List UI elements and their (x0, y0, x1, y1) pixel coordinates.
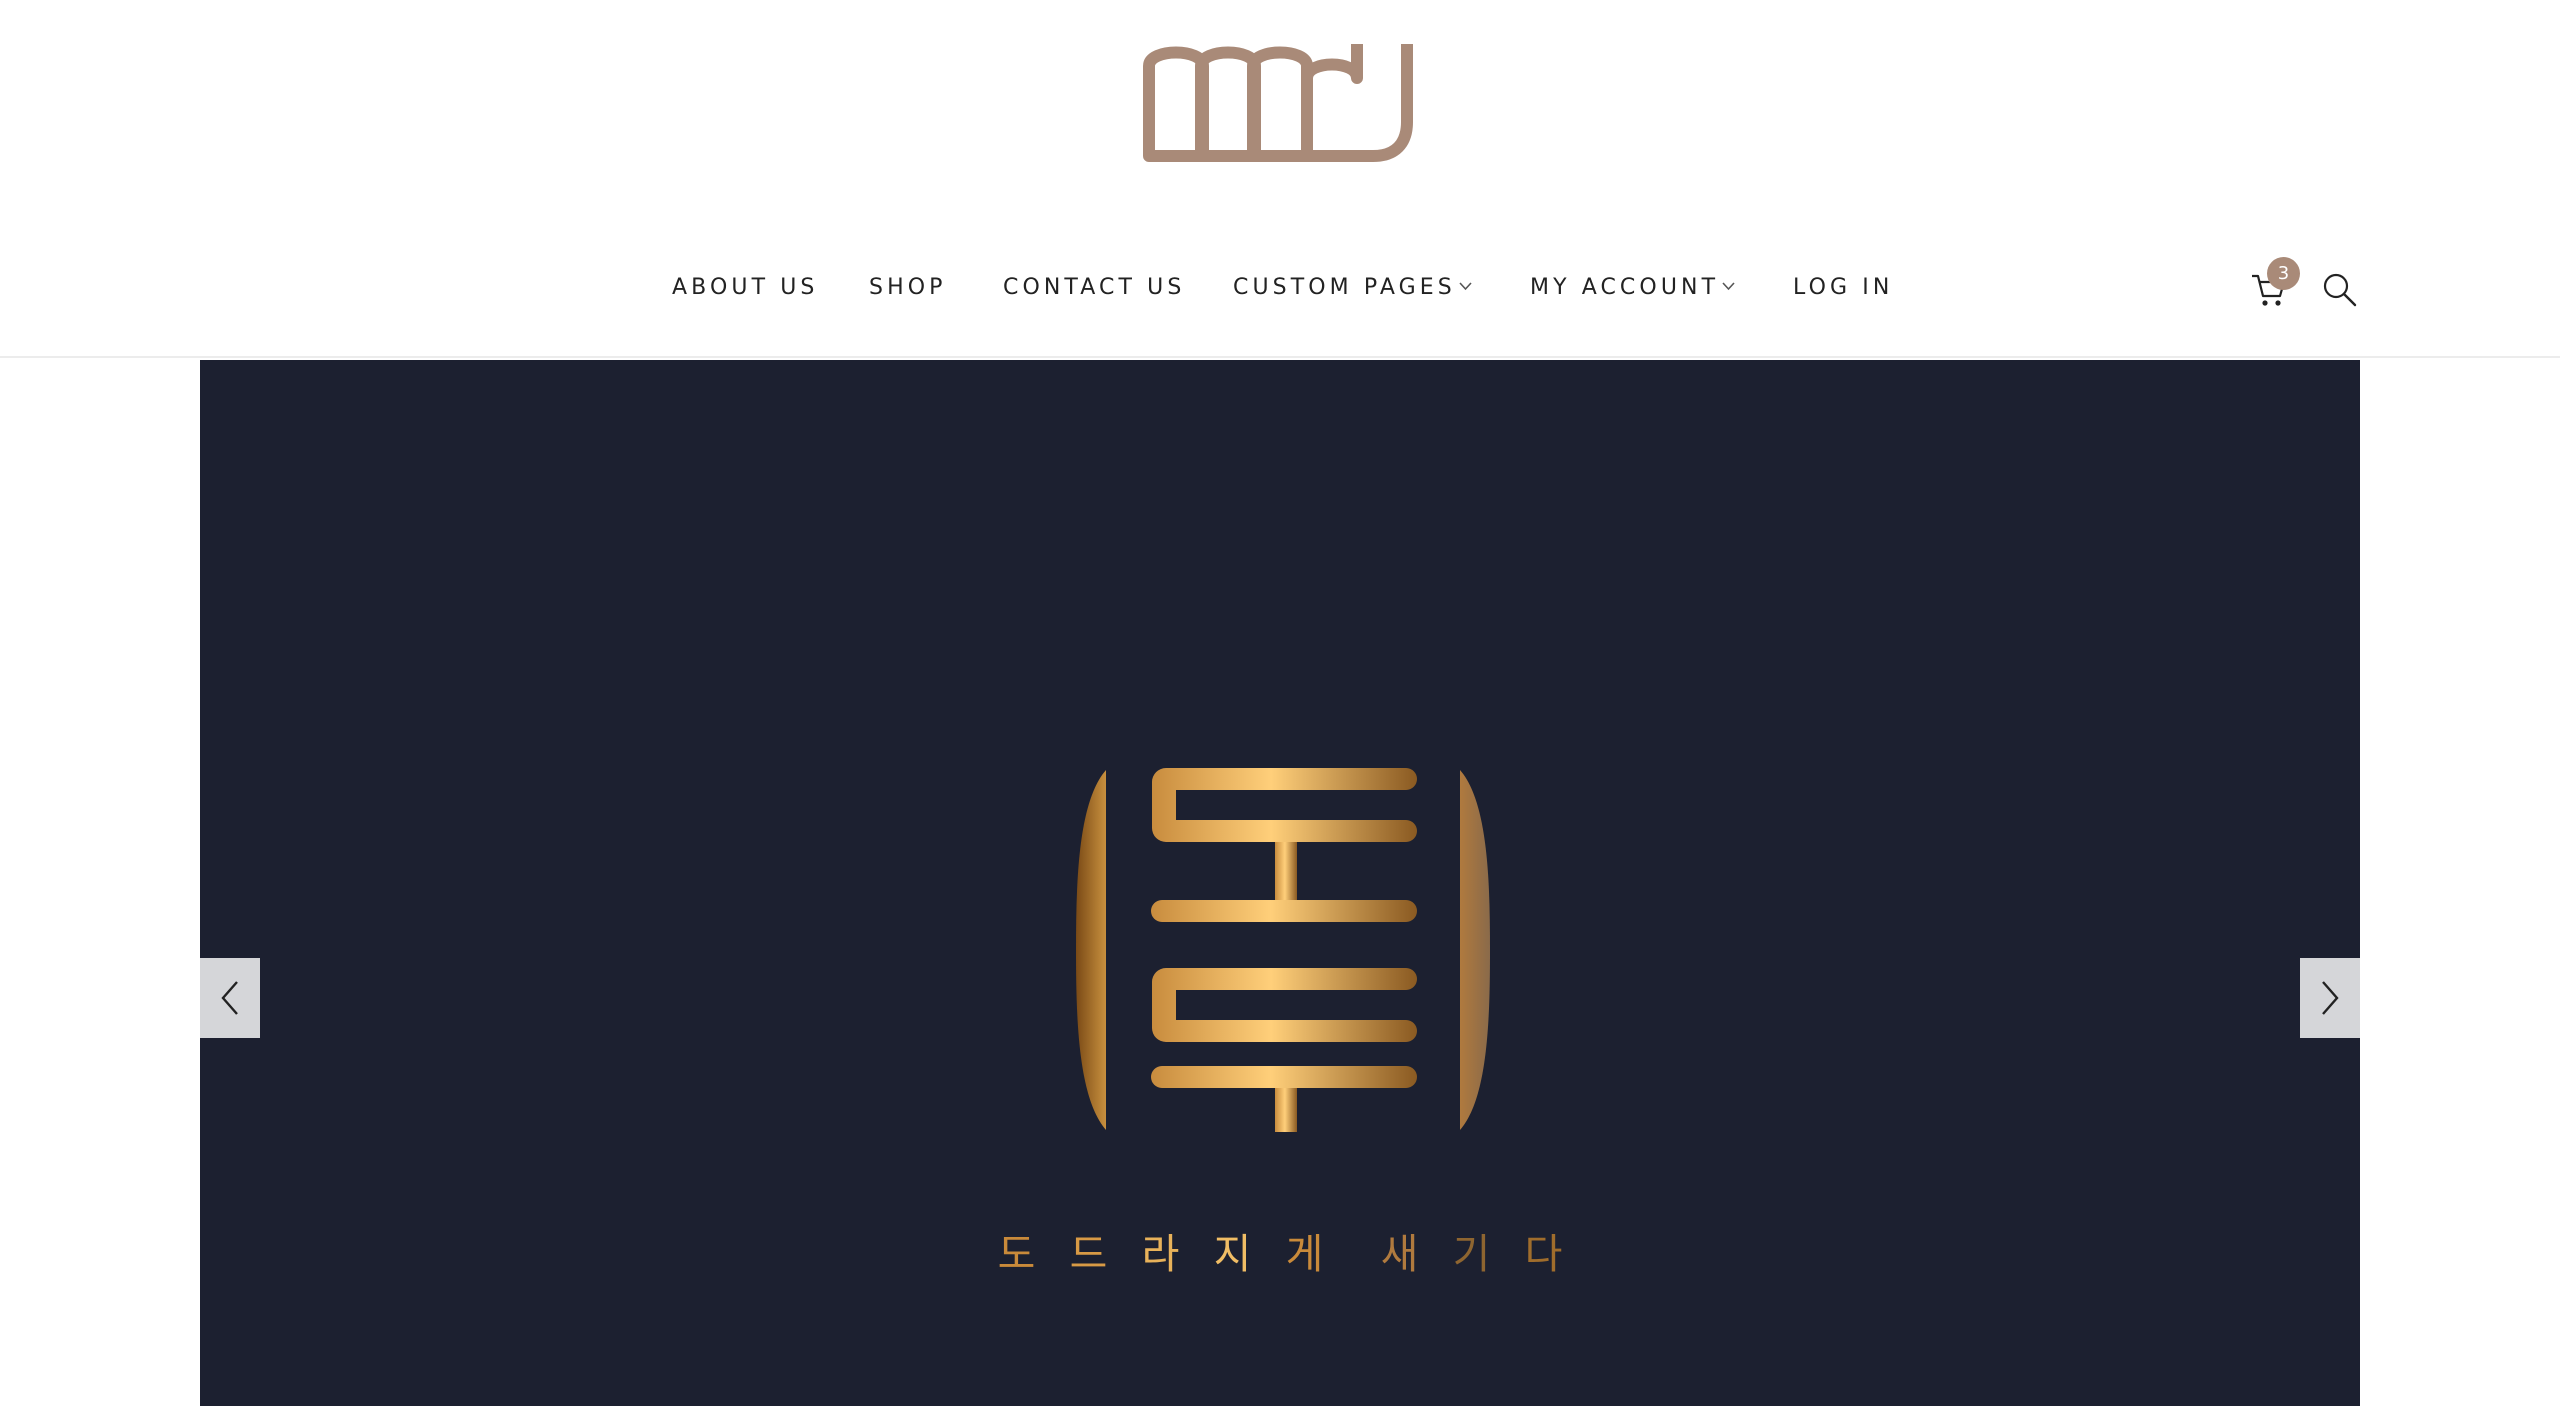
tagline-char: 지 (1213, 1230, 1252, 1278)
slider-next-button[interactable] (2300, 958, 2360, 1038)
chevron-right-icon (2322, 981, 2339, 1015)
brand-logo-mark (1143, 44, 1413, 162)
nav-about-us[interactable]: ABOUT US (672, 270, 818, 306)
search-button[interactable] (2320, 270, 2360, 310)
nav-custom-pages[interactable]: CUSTOM PAGES (1233, 270, 1472, 306)
tagline-char: 기 (1452, 1230, 1491, 1278)
tagline-char: 드 (1069, 1230, 1108, 1278)
hero-emblem (1076, 762, 1490, 1137)
cart-count-badge: 3 (2267, 257, 2300, 290)
tagline-char: 게 (1285, 1230, 1324, 1278)
tagline-char: 도 (997, 1230, 1036, 1278)
nav-my-account[interactable]: MY ACCOUNT (1530, 270, 1735, 306)
nav-shop[interactable]: SHOP (869, 270, 947, 306)
hero-tagline: 도드라지게 새기다 (200, 1220, 2360, 1280)
hero-slider: 도드라지게 새기다 (200, 360, 2360, 1406)
chevron-down-icon (1459, 270, 1472, 306)
nav-log-in[interactable]: LOG IN (1793, 270, 1893, 306)
tagline-char: 라 (1141, 1230, 1180, 1278)
search-icon (2323, 273, 2357, 307)
nav-custom-pages-label: CUSTOM PAGES (1233, 275, 1456, 300)
nav-contact-us-label: CONTACT US (1003, 275, 1186, 300)
site-header: ABOUT US SHOP CONTACT US CUSTOM PAGES MY… (0, 0, 2560, 358)
chevron-left-icon (221, 981, 238, 1015)
nav-log-in-label: LOG IN (1793, 275, 1894, 300)
nav-contact-us[interactable]: CONTACT US (1003, 270, 1185, 306)
nav-my-account-label: MY ACCOUNT (1530, 275, 1720, 300)
main-navigation: ABOUT US SHOP CONTACT US CUSTOM PAGES MY… (0, 270, 2560, 306)
nav-shop-label: SHOP (869, 275, 947, 300)
chevron-down-icon (1722, 270, 1735, 306)
slider-prev-button[interactable] (200, 958, 260, 1038)
nav-about-us-label: ABOUT US (672, 275, 819, 300)
brand-logo[interactable] (1143, 38, 1419, 163)
tagline-char: 새 (1380, 1230, 1419, 1278)
tagline-char: 다 (1524, 1230, 1563, 1278)
dodu-emblem-graphic (1076, 768, 1490, 1132)
